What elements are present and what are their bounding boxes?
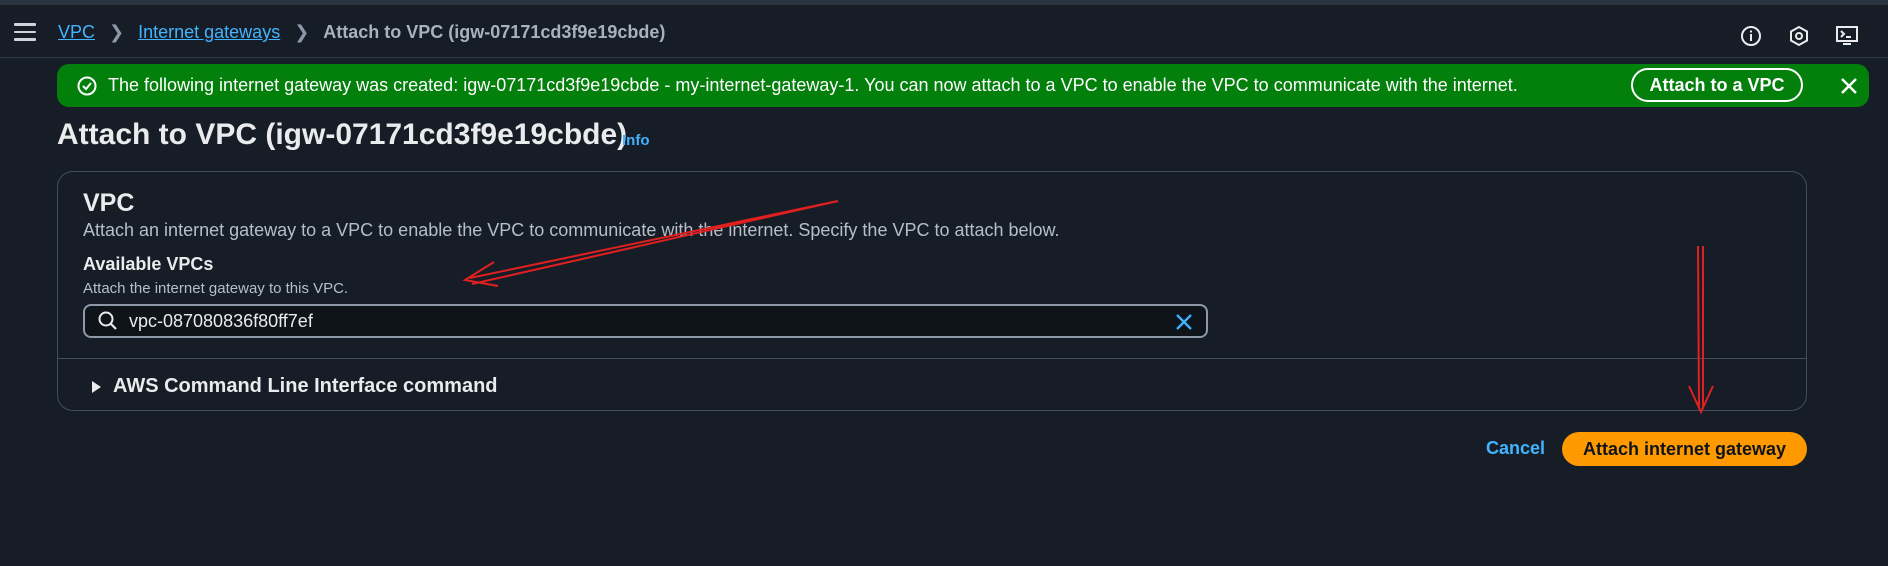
attach-internet-gateway-button[interactable]: Attach internet gateway [1562, 432, 1807, 466]
cli-command-label: AWS Command Line Interface command [113, 375, 498, 397]
divider [58, 358, 1806, 359]
cancel-button[interactable]: Cancel [1486, 438, 1545, 459]
info-circle-icon[interactable] [1738, 23, 1764, 49]
vpc-container: VPC Attach an internet gateway to a VPC … [57, 171, 1807, 411]
top-icons [1738, 23, 1860, 49]
section-description: Attach an internet gateway to a VPC to e… [83, 220, 1060, 240]
flash-message: The following internet gateway was creat… [108, 75, 1518, 95]
breadcrumb: VPC ❯ Internet gateways ❯ Attach to VPC … [58, 22, 665, 43]
search-icon [98, 311, 117, 330]
cloudshell-icon[interactable] [1834, 23, 1860, 49]
vpc-select-input[interactable]: vpc-087080836f80ff7ef [83, 304, 1208, 338]
selected-vpc-value: vpc-087080836f80ff7ef [129, 310, 313, 331]
top-navigation-bar: VPC ❯ Internet gateways ❯ Attach to VPC … [0, 0, 1888, 58]
chevron-right-icon: ❯ [294, 22, 310, 42]
clear-icon[interactable] [1174, 312, 1194, 332]
breadcrumb-current: Attach to VPC (igw-07171cd3f9e19cbde) [323, 22, 666, 42]
page-title: Attach to VPC (igw-07171cd3f9e19cbde) [57, 118, 628, 151]
available-vpcs-description: Attach the internet gateway to this VPC. [83, 280, 349, 297]
menu-icon[interactable] [14, 23, 36, 43]
breadcrumb-internet-gateways-link[interactable]: Internet gateways [138, 22, 280, 43]
breadcrumb-vpc-link[interactable]: VPC [58, 22, 95, 43]
close-icon[interactable] [1837, 74, 1861, 98]
check-circle-icon [77, 76, 97, 95]
settings-hexagon-icon[interactable] [1786, 23, 1812, 49]
section-title: VPC [83, 189, 135, 217]
caret-right-icon [92, 380, 101, 393]
cli-command-expander[interactable]: AWS Command Line Interface command [92, 375, 498, 398]
success-flash-banner: The following internet gateway was creat… [57, 64, 1869, 107]
available-vpcs-label: Available VPCs [83, 254, 214, 274]
chevron-right-icon: ❯ [109, 22, 125, 42]
attach-to-vpc-button[interactable]: Attach to a VPC [1631, 68, 1803, 102]
info-link[interactable]: Info [622, 132, 650, 149]
